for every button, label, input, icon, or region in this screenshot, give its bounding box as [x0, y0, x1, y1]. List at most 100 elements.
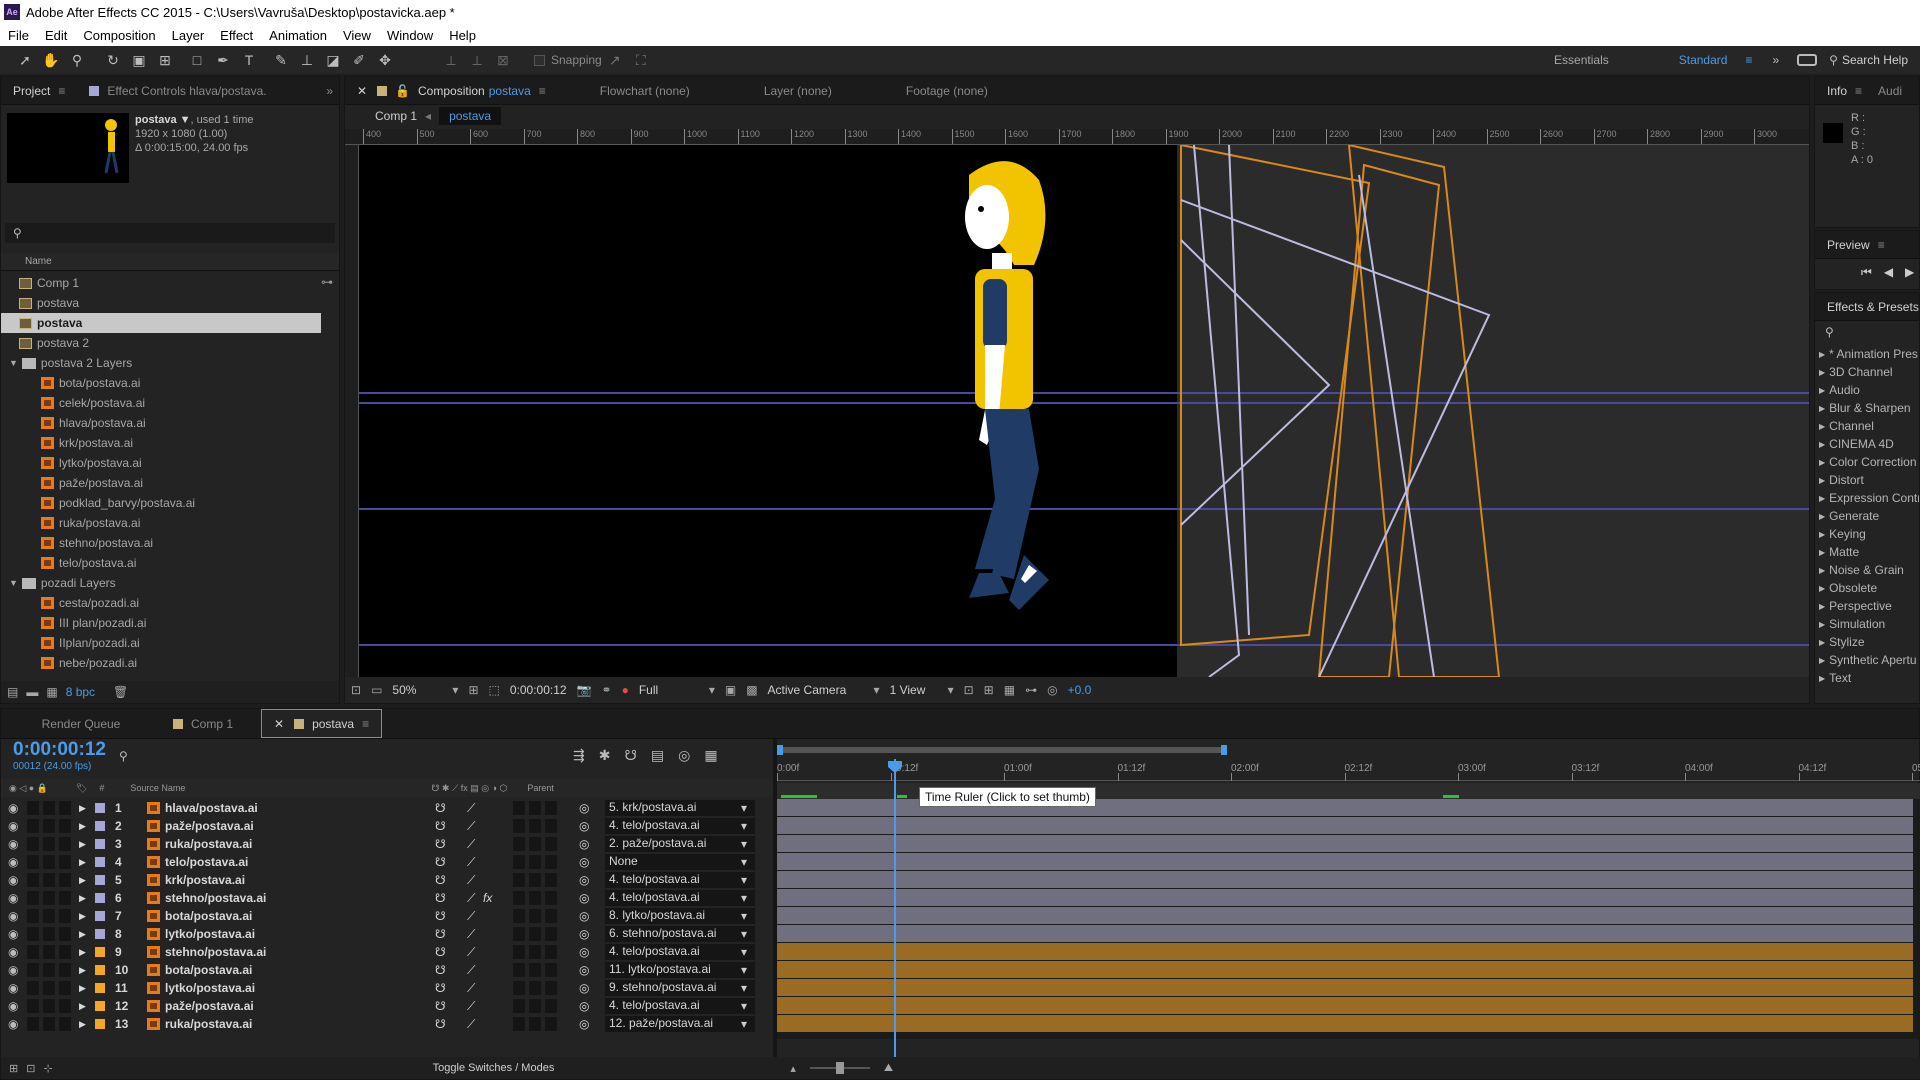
source-name-header[interactable]: Source Name: [130, 783, 185, 793]
layer-source-name[interactable]: stehno/postava.ai: [165, 945, 266, 959]
effect-switch-icon[interactable]: fx: [483, 891, 492, 905]
layer-label-color[interactable]: [95, 1001, 105, 1011]
layer-row[interactable]: ◉ ▶ 3 ruka/postava.ai ☋ ⟋ ◎ 2. paže/postava.ai ▾: [1, 835, 781, 853]
layer-switch-box[interactable]: [513, 927, 525, 941]
layer-switch-box[interactable]: [43, 909, 55, 923]
effect-category[interactable]: ▶ Audio: [1819, 381, 1919, 399]
effect-category[interactable]: ▶ Expression Contr: [1819, 489, 1919, 507]
layer-switch-box[interactable]: [513, 1017, 525, 1031]
project-item[interactable]: paže/postava.ai: [1, 473, 321, 493]
layer-switch-box[interactable]: [43, 855, 55, 869]
tab-preview[interactable]: Preview ≡: [1815, 231, 1897, 258]
view-chevron-down-icon[interactable]: ▾: [948, 683, 954, 697]
parent-chevron-down-icon[interactable]: ▾: [741, 837, 747, 851]
show-snapshot-icon[interactable]: ⚭: [602, 683, 612, 697]
layer-switch-box[interactable]: [545, 855, 557, 869]
parent-chevron-down-icon[interactable]: ▾: [741, 873, 747, 887]
layer-switch-box[interactable]: [513, 873, 525, 887]
shy-switch-icon[interactable]: ☋: [435, 801, 446, 815]
menu-view[interactable]: View: [343, 28, 371, 43]
frame-blending-icon[interactable]: ▤: [651, 747, 664, 764]
tab-info[interactable]: Info ≡: [1815, 77, 1874, 104]
region-of-interest-icon[interactable]: ▣: [725, 683, 736, 697]
visibility-eye-icon[interactable]: ◉: [8, 963, 18, 977]
hand-tool-icon[interactable]: ✋: [40, 49, 62, 71]
effect-category[interactable]: ▶ Matte: [1819, 543, 1919, 561]
expand-layer-icon[interactable]: ▶: [79, 875, 86, 886]
layer-switch-box[interactable]: [27, 819, 39, 833]
layer-label-color[interactable]: [95, 965, 105, 975]
parent-dropdown[interactable]: 4. telo/postava.ai: [605, 944, 755, 960]
parent-chevron-down-icon[interactable]: ▾: [741, 855, 747, 869]
effect-category[interactable]: ▶ Simulation: [1819, 615, 1919, 633]
timeline-search-icon[interactable]: ⚲: [119, 749, 128, 763]
quality-switch-icon[interactable]: ⟋: [467, 891, 475, 906]
layer-source-name[interactable]: lytko/postava.ai: [165, 927, 255, 941]
menu-file[interactable]: File: [8, 28, 29, 43]
layer-switch-box[interactable]: [43, 999, 55, 1013]
lock-icon[interactable]: 🔓: [395, 84, 410, 98]
zoom-in-icon[interactable]: ⛰: [884, 1062, 893, 1075]
layer-switch-box[interactable]: [545, 999, 557, 1013]
bit-depth-button[interactable]: 8 bpc: [66, 685, 95, 699]
layer-switch-box[interactable]: [43, 927, 55, 941]
draft-3d-icon[interactable]: ✱: [599, 747, 611, 764]
pick-whip-icon[interactable]: ◎: [579, 909, 589, 923]
tab-flowchart[interactable]: Flowchart (none): [588, 77, 702, 104]
layer-row[interactable]: ◉ ▶ 5 krk/postava.ai ☋ ⟋ ◎ 4. telo/postava.ai ▾: [1, 871, 781, 889]
effect-category[interactable]: ▶ Generate: [1819, 507, 1919, 525]
layer-switch-box[interactable]: [43, 1017, 55, 1031]
shy-switch-icon[interactable]: ☋: [435, 891, 446, 905]
layer-source-name[interactable]: bota/postava.ai: [165, 909, 252, 923]
parent-dropdown[interactable]: 6. stehno/postava.ai: [605, 926, 755, 942]
menu-layer[interactable]: Layer: [172, 28, 205, 43]
parent-chevron-down-icon[interactable]: ▾: [741, 801, 747, 815]
time-navigator[interactable]: [777, 743, 1920, 757]
parent-chevron-down-icon[interactable]: ▾: [741, 819, 747, 833]
motion-blur-icon[interactable]: ◎: [678, 747, 690, 764]
effect-category[interactable]: ▶ Keying: [1819, 525, 1919, 543]
effect-category[interactable]: ▶ Blur & Sharpen: [1819, 399, 1919, 417]
pen-tool-icon[interactable]: ✒: [212, 49, 234, 71]
transparency-grid-icon[interactable]: ▩: [746, 683, 757, 697]
layer-duration-bar[interactable]: [777, 853, 1913, 871]
zoom-tool-icon[interactable]: ⚲: [66, 49, 88, 71]
pick-whip-icon[interactable]: ◎: [579, 819, 589, 833]
safe-margins-icon[interactable]: ⊞: [468, 683, 478, 697]
layer-source-name[interactable]: telo/postava.ai: [165, 855, 248, 869]
layer-label-color[interactable]: [95, 929, 105, 939]
layer-label-color[interactable]: [95, 821, 105, 831]
parent-chevron-down-icon[interactable]: ▾: [741, 891, 747, 905]
fast-previews-icon[interactable]: ⊞: [984, 683, 994, 697]
project-item[interactable]: nebe/pozadi.ai: [1, 653, 321, 673]
layer-switch-box[interactable]: [27, 855, 39, 869]
roto-brush-tool-icon[interactable]: ✐: [348, 49, 370, 71]
layer-source-name[interactable]: lytko/postava.ai: [165, 981, 255, 995]
panel-overflow-icon[interactable]: »: [326, 84, 333, 98]
layer-switch-box[interactable]: [513, 945, 525, 959]
project-item[interactable]: Comp 1: [1, 273, 321, 293]
monitor-icon[interactable]: ▭: [371, 683, 382, 697]
layer-switch-box[interactable]: [529, 963, 541, 977]
expand-layer-switches-icon[interactable]: ⊞: [9, 1062, 18, 1075]
layer-switch-box[interactable]: [545, 1017, 557, 1031]
layer-switch-box[interactable]: [529, 945, 541, 959]
shy-switch-icon[interactable]: ☋: [435, 837, 446, 851]
layer-switch-box[interactable]: [545, 891, 557, 905]
expand-layer-icon[interactable]: ▶: [79, 983, 86, 994]
layer-row[interactable]: ◉ ▶ 6 stehno/postava.ai ☋ ⟋ fx ◎ 4. telo/postava…: [1, 889, 781, 907]
layer-duration-bar[interactable]: [777, 997, 1913, 1015]
effect-category[interactable]: ▶ Obsolete: [1819, 579, 1919, 597]
layer-switch-box[interactable]: [59, 891, 71, 905]
quality-switch-icon[interactable]: ⟋: [467, 963, 475, 978]
layer-switch-box[interactable]: [545, 819, 557, 833]
layer-switch-box[interactable]: [513, 963, 525, 977]
layer-row[interactable]: ◉ ▶ 7 bota/postava.ai ☋ ⟋ ◎ 8. lytko/postava.ai…: [1, 907, 781, 925]
project-item[interactable]: stehno/postava.ai: [1, 533, 321, 553]
layer-source-name[interactable]: paže/postava.ai: [165, 819, 254, 833]
shy-switch-icon[interactable]: ☋: [435, 981, 446, 995]
parent-dropdown[interactable]: 12. paže/postava.ai: [605, 1016, 755, 1032]
project-item[interactable]: lytko/postava.ai: [1, 453, 321, 473]
disclosure-triangle-icon[interactable]: ▼: [9, 358, 18, 368]
parent-dropdown[interactable]: 8. lytko/postava.ai: [605, 908, 755, 924]
